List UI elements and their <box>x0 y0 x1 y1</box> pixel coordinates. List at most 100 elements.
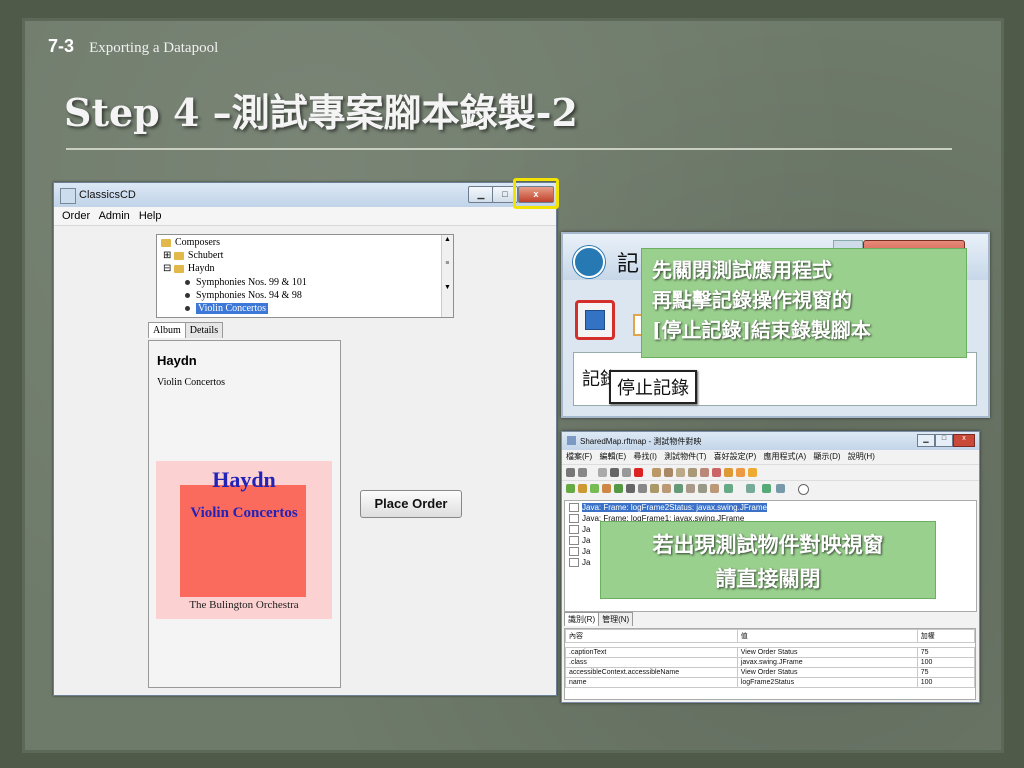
close-button-highlight <box>513 178 559 209</box>
toolbar-icon[interactable] <box>746 484 755 493</box>
minimize-button[interactable]: ▁ <box>468 186 494 203</box>
toolbar-icon[interactable] <box>602 484 611 493</box>
tree-leaf-selected[interactable]: Violin Concertos <box>185 303 269 315</box>
list-item[interactable]: Ja <box>569 558 590 568</box>
sharedmap-menu-bar: 檔案(F) 編輯(E) 尋找(I) 測試物件(T) 喜好設定(P) 應用程式(A… <box>562 450 979 464</box>
composer-tree[interactable]: Composers ⊞ Schubert ⊟ Haydn Symphonies … <box>156 234 454 318</box>
minimize-button[interactable]: ▁ <box>917 434 935 447</box>
window-title: ClassicsCD <box>79 189 136 201</box>
close-button[interactable]: x <box>953 434 975 447</box>
menu-help[interactable]: Help <box>139 210 162 222</box>
bullet-icon <box>185 306 190 312</box>
toolbar-icon[interactable] <box>674 484 683 493</box>
toolbar-icon[interactable] <box>710 484 719 493</box>
tree-node-haydn[interactable]: ⊟ Haydn <box>163 263 215 275</box>
toolbar-icon[interactable] <box>662 484 671 493</box>
table-row[interactable]: accessibleContext.accessibleName View Or… <box>565 667 976 678</box>
table-header-row: 內容 值 加權 <box>565 629 976 643</box>
prop-value: logFrame2Status <box>736 677 918 688</box>
toolbar-icon[interactable] <box>578 468 587 477</box>
table-row[interactable]: .class javax.swing.JFrame 100 <box>565 657 976 668</box>
toolbar-icon[interactable] <box>638 484 647 493</box>
menu-file[interactable]: 檔案(F) <box>566 452 592 461</box>
section-number: 7-3 <box>48 36 75 56</box>
tree-leaf[interactable]: Symphonies Nos. 94 & 98 <box>185 290 302 302</box>
toolbar-icon[interactable] <box>712 468 721 477</box>
tree-node-schubert[interactable]: ⊞ Schubert <box>163 250 223 262</box>
toolbar-row-1 <box>562 464 979 480</box>
menu-preferences[interactable]: 喜好設定(P) <box>714 452 757 461</box>
list-item[interactable]: Ja <box>569 536 590 546</box>
tree-leaf[interactable]: Symphonies Nos. 99 & 101 <box>185 277 307 289</box>
note-line: 再點擊記錄操作視窗的 <box>652 288 852 312</box>
prop-weight: 100 <box>916 657 976 668</box>
toolbar-icon[interactable] <box>614 484 623 493</box>
toolbar-icon[interactable] <box>652 468 661 477</box>
toolbar-icon[interactable] <box>578 484 587 493</box>
toolbar-icon[interactable] <box>676 468 685 477</box>
tab-identify[interactable]: 識別(R) <box>564 612 600 626</box>
note-line: 先關閉測試應用程式 <box>652 258 832 282</box>
cover-title: Violin Concertos <box>190 505 298 521</box>
menu-display[interactable]: 顯示(D) <box>813 452 840 461</box>
toolbar-icon[interactable] <box>566 484 575 493</box>
toolbar-icon[interactable] <box>776 484 785 493</box>
album-name: Violin Concertos <box>157 377 226 388</box>
toolbar-icon[interactable] <box>650 484 659 493</box>
toolbar-icon[interactable] <box>664 468 673 477</box>
toolbar-icon[interactable] <box>762 484 771 493</box>
help-icon[interactable] <box>798 484 809 495</box>
sharedmap-titlebar[interactable]: SharedMap.rftmap - 測試物件對映 ▁ □ x <box>562 432 979 450</box>
toolbar-icon[interactable] <box>626 484 635 493</box>
cover-square <box>180 485 306 597</box>
table-row[interactable]: name logFrame2Status 100 <box>565 677 976 688</box>
toolbar-icon[interactable] <box>724 484 733 493</box>
menu-help[interactable]: 說明(H) <box>848 452 875 461</box>
slide-title: Step 4 –測試專案腳本錄製-2 <box>64 90 578 135</box>
list-item[interactable]: Java: Frame: logFrame2Status: javax.swin… <box>569 503 767 513</box>
toolbar-icon[interactable] <box>686 484 695 493</box>
section-title: Exporting a Datapool <box>89 40 219 56</box>
toolbar-icon[interactable] <box>610 468 619 477</box>
maximize-button[interactable]: □ <box>935 434 953 447</box>
toolbar-icon[interactable] <box>622 468 631 477</box>
map-icon <box>567 436 576 445</box>
delete-icon[interactable] <box>634 468 643 477</box>
tree-root[interactable]: Composers <box>161 237 220 249</box>
toolbar-icon[interactable] <box>590 484 599 493</box>
note-line: 請直接關閉 <box>715 566 821 591</box>
menu-find[interactable]: 尋找(I) <box>633 452 657 461</box>
cover-orchestra: The Bulington Orchestra <box>189 599 299 611</box>
toolbar-icon[interactable] <box>700 468 709 477</box>
toolbar-icon[interactable] <box>598 468 607 477</box>
menu-admin[interactable]: Admin <box>99 210 130 222</box>
menu-edit[interactable]: 編輯(E) <box>599 452 626 461</box>
properties-table: 內容 值 加權 .captionText View Order Status 7… <box>564 628 976 700</box>
list-item[interactable]: Ja <box>569 525 590 535</box>
column-header: 內容 <box>565 629 738 643</box>
menu-applications[interactable]: 應用程式(A) <box>764 452 807 461</box>
table-row[interactable]: .captionText View Order Status 75 <box>565 647 976 658</box>
note-line: [停止記錄]結束錄製腳本 <box>652 318 871 342</box>
toolbar-icon[interactable] <box>736 468 745 477</box>
prop-name: name <box>565 677 738 688</box>
menu-order[interactable]: Order <box>62 210 90 222</box>
stop-icon <box>585 310 605 330</box>
toolbar-icon[interactable] <box>748 468 757 477</box>
tree-scrollbar[interactable]: ▲ ≡ ▼ <box>441 235 453 317</box>
bullet-icon <box>185 293 190 299</box>
toolbar-icon[interactable] <box>688 468 697 477</box>
tab-manage[interactable]: 管理(N) <box>598 612 634 626</box>
prop-name: .captionText <box>565 647 738 658</box>
stop-recording-button[interactable] <box>575 300 615 340</box>
toolbar-icon[interactable] <box>724 468 733 477</box>
tab-album[interactable]: Album <box>148 322 186 338</box>
bullet-icon <box>185 280 190 286</box>
place-order-button[interactable]: Place Order <box>360 490 462 518</box>
toolbar-icon[interactable] <box>698 484 707 493</box>
toolbar-icon[interactable] <box>566 468 575 477</box>
menu-test-object[interactable]: 測試物件(T) <box>664 452 706 461</box>
list-item[interactable]: Ja <box>569 547 590 557</box>
tab-details[interactable]: Details <box>184 322 224 338</box>
window-titlebar[interactable]: ClassicsCD ▁ □ x <box>54 183 556 207</box>
